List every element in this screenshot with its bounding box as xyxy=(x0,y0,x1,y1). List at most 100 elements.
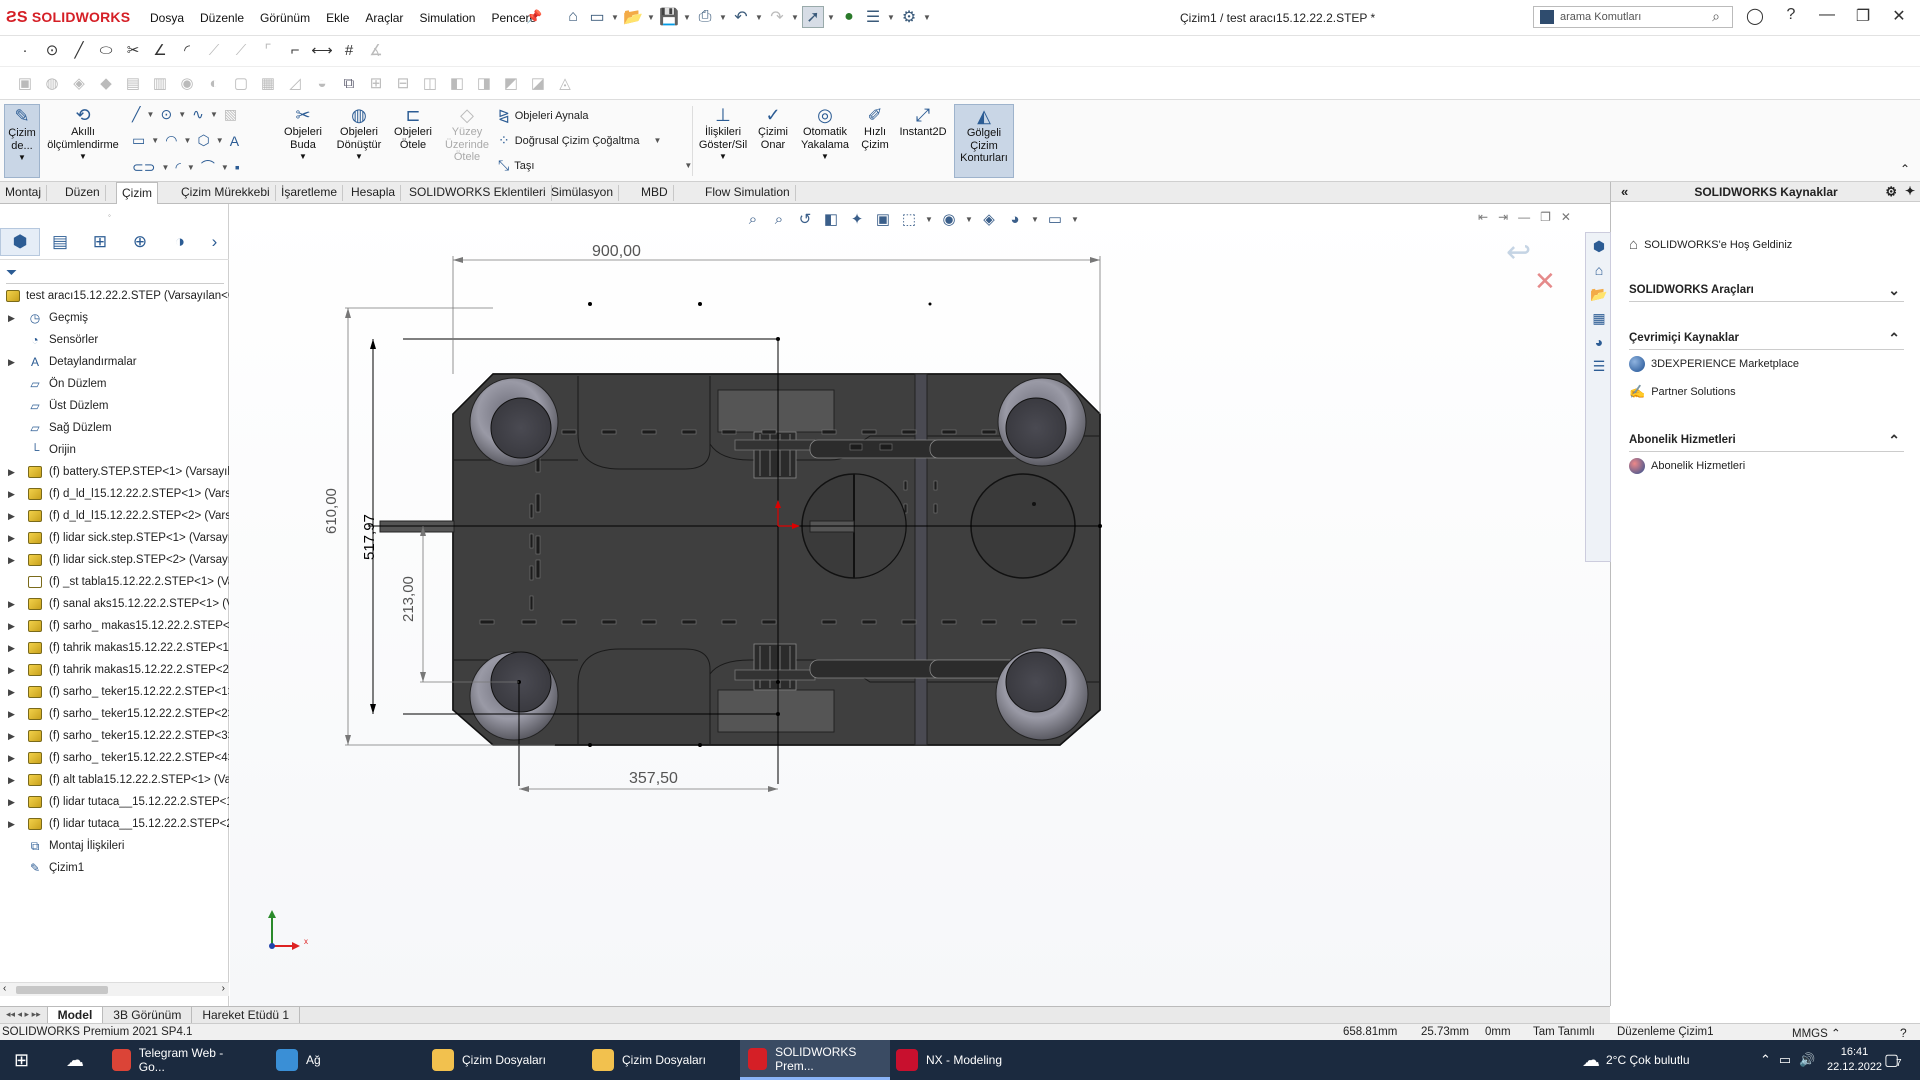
configuration-manager-tab-icon[interactable]: ⊞ xyxy=(80,228,120,256)
tree-item[interactable]: ▶ ◷ Geçmiş xyxy=(0,308,229,330)
sweep-icon[interactable]: ◈ xyxy=(68,72,90,94)
tree-item[interactable]: ▶(f) sarho_ teker15.12.22.2.STEP<1> (Var… xyxy=(0,682,229,704)
expand-arrow-icon[interactable]: ▶ xyxy=(8,687,15,698)
expand-arrow-icon[interactable]: ▶ xyxy=(8,555,15,566)
dome-icon[interactable]: ◒ xyxy=(311,72,333,94)
tree-item[interactable]: └ Orijin xyxy=(0,440,229,462)
collapse-pane-icon[interactable]: « xyxy=(1621,184,1628,199)
file-properties-icon[interactable]: ☰ xyxy=(862,6,884,28)
tab-1[interactable]: Düzen xyxy=(60,185,106,201)
instant2d-button[interactable]: ⤢ Instant2D xyxy=(896,104,950,139)
pin-icon[interactable]: 📌 xyxy=(526,9,542,25)
tree-item[interactable]: ▶(f) lidar tutaca__15.12.22.2.STEP<1> (V… xyxy=(0,792,229,814)
expand-arrow-icon[interactable]: ▶ xyxy=(8,599,15,610)
construction-icon[interactable]: ⌐ xyxy=(284,39,306,61)
help-icon[interactable]: ? xyxy=(1776,6,1806,24)
split-icon[interactable]: ◨ xyxy=(473,72,495,94)
dimension-icon[interactable]: ⟷ xyxy=(311,39,333,61)
collapse-ribbon-icon[interactable]: ⌃ xyxy=(1900,162,1910,176)
tree-item[interactable]: ▶(f) battery.STEP.STEP<1> (Varsayılan<<V… xyxy=(0,462,229,484)
taskbar-app-1[interactable]: Ağ xyxy=(268,1040,408,1080)
combine-icon[interactable]: ◩ xyxy=(500,72,522,94)
tree-item[interactable]: ▶(f) d_ld_l15.12.22.2.STEP<2> (Varsayıla… xyxy=(0,506,229,528)
weather-widget-icon[interactable]: ☁ xyxy=(58,1040,92,1080)
intersect-icon[interactable]: ◪ xyxy=(527,72,549,94)
menu-item-5[interactable]: Simulation xyxy=(411,11,483,25)
menu-item-0[interactable]: Dosya xyxy=(142,11,192,25)
expand-arrow-icon[interactable]: ▶ xyxy=(8,357,15,368)
trim-entities-button[interactable]: ✂ Objeleri Buda ▼ xyxy=(276,104,330,164)
tree-item[interactable]: ▶(f) sarho_ makas15.12.22.2.STEP<1> (Var… xyxy=(0,616,229,638)
expand-arrow-icon[interactable]: ▶ xyxy=(8,621,15,632)
text-tool-icon[interactable]: A xyxy=(230,133,239,149)
repair-sketch-button[interactable]: ✓ Çizimi Onar xyxy=(752,104,794,151)
expand-arrow-icon[interactable]: ▶ xyxy=(8,643,15,654)
view-palette-tab-icon[interactable]: ▦ xyxy=(1588,307,1610,329)
notification-center-icon[interactable]: ▢ 7 xyxy=(1884,1040,1902,1080)
rectangle-tool-icon[interactable]: ▭ xyxy=(132,132,145,149)
appearances-tab-icon[interactable]: ◕ xyxy=(1588,331,1610,353)
rapid-sketch-button[interactable]: ✐ Hızlı Çizim xyxy=(856,104,894,151)
circle-tool-icon[interactable]: ⊙ xyxy=(160,106,172,123)
menu-item-4[interactable]: Araçlar xyxy=(357,11,411,25)
loft-icon[interactable]: ◆ xyxy=(95,72,117,94)
tree-item[interactable]: ▶(f) lidar sick.step.STEP<2> (Varsayılan… xyxy=(0,550,229,572)
home-icon[interactable]: ⌂ xyxy=(562,6,584,28)
dimension-width-label[interactable]: 900,00 xyxy=(592,243,641,261)
expand-arrow-icon[interactable]: ▶ xyxy=(8,775,15,786)
tree-item[interactable]: ▱ Ön Düzlem xyxy=(0,374,229,396)
tree-item[interactable]: ✎ Çizim1 xyxy=(0,858,229,880)
expand-arrow-icon[interactable]: ▶ xyxy=(8,511,15,522)
taskbar-app-4[interactable]: SOLIDWORKS Prem... xyxy=(740,1040,890,1080)
new-document-icon[interactable]: ▭ xyxy=(586,6,608,28)
marketplace-link[interactable]: 3DEXPERIENCE Marketplace xyxy=(1629,356,1799,372)
smart-dimension-button[interactable]: ⟲ Akıllı ölçümlendirme ▼ xyxy=(44,104,122,164)
angle-dim-icon[interactable]: ∡ xyxy=(365,39,387,61)
tree-filter-input[interactable]: ⏷ xyxy=(6,264,224,284)
tree-item[interactable]: ▶(f) lidar sick.step.STEP<1> (Varsayılan… xyxy=(0,528,229,550)
user-account-icon[interactable]: ◯ xyxy=(1740,6,1770,26)
freeform-icon[interactable]: ◬ xyxy=(554,72,576,94)
subscription-services-link[interactable]: Abonelik Hizmetleri xyxy=(1629,458,1745,474)
mirror-feature-icon[interactable]: ⧉ xyxy=(338,72,360,94)
taskbar-app-3[interactable]: Çizim Dosyaları xyxy=(584,1040,724,1080)
taskbar-app-2[interactable]: Çizim Dosyaları xyxy=(424,1040,564,1080)
angle-icon[interactable]: ∠ xyxy=(149,39,171,61)
graphics-area[interactable]: ⌕ ⌕ ↺ ◧ ✦ ▣ ⬚ ▼ ◉ ▼ ◈ ◕ ▼ ▭ ▼ ⇤ ⇥ — ❐ ✕ ↩ ✕ xyxy=(230,204,1610,1006)
undo-icon[interactable]: ↶ xyxy=(730,6,752,28)
menu-item-1[interactable]: Düzenle xyxy=(192,11,252,25)
tab-7[interactable]: Simülasyon xyxy=(546,185,620,201)
display-delete-relations-button[interactable]: ⊥ İlişkileri Göster/Sil ▼ xyxy=(696,104,750,164)
tree-item[interactable]: ▶(f) sarho_ teker15.12.22.2.STEP<4> (Var… xyxy=(0,748,229,770)
linear-pattern-button[interactable]: ⁘ Doğrusal Çizim Çoğaltma ▼ xyxy=(498,132,662,149)
mirror-entities-button[interactable]: ⧎ Objeleri Aynala xyxy=(498,107,589,124)
polygon-tool-icon[interactable]: ⬡ xyxy=(197,132,209,149)
more-tabs-chevron-icon[interactable]: › xyxy=(200,228,229,256)
boundary-icon[interactable]: ▤ xyxy=(122,72,144,94)
volume-icon[interactable]: 🔊 xyxy=(1799,1052,1815,1068)
tree-item[interactable]: ▶(f) sanal aks15.12.22.2.STEP<1> (Varsay… xyxy=(0,594,229,616)
menu-item-3[interactable]: Ekle xyxy=(318,11,357,25)
deform-icon[interactable]: ◧ xyxy=(446,72,468,94)
centerline-icon[interactable]: ⟋ xyxy=(230,39,252,61)
select-cursor-icon[interactable]: ➚ xyxy=(802,6,824,28)
expand-arrow-icon[interactable]: ▶ xyxy=(8,489,15,500)
taskbar-app-0[interactable]: Telegram Web - Go... xyxy=(104,1040,244,1080)
dimension-offset-x-label[interactable]: 357,50 xyxy=(629,770,678,788)
quick-snaps-button[interactable]: ◎ Otomatik Yakalama ▼ xyxy=(798,104,852,164)
tab-5[interactable]: Hesapla xyxy=(346,185,402,201)
tree-item[interactable]: ◔ Sensörler xyxy=(0,330,229,352)
splitter-handle[interactable]: ◦ xyxy=(108,211,111,220)
spline-tool-icon[interactable]: ∿ xyxy=(192,106,204,123)
menu-item-2[interactable]: Görünüm xyxy=(252,11,318,25)
tab-3[interactable]: Çizim Mürekkebi xyxy=(176,185,276,201)
open-folder-icon[interactable]: 📂 xyxy=(622,6,644,28)
tab-8[interactable]: MBD xyxy=(636,185,674,201)
shell-icon[interactable]: ▢ xyxy=(230,72,252,94)
expand-arrow-icon[interactable]: ▶ xyxy=(8,819,15,830)
tree-item[interactable]: ▱ Sağ Düzlem xyxy=(0,418,229,440)
expand-arrow-icon[interactable]: ▶ xyxy=(8,709,15,720)
point-tool-icon[interactable]: ▪ xyxy=(235,159,240,175)
rib-icon[interactable]: ▦ xyxy=(257,72,279,94)
tray-overflow-icon[interactable]: ⌃ xyxy=(1760,1052,1771,1068)
